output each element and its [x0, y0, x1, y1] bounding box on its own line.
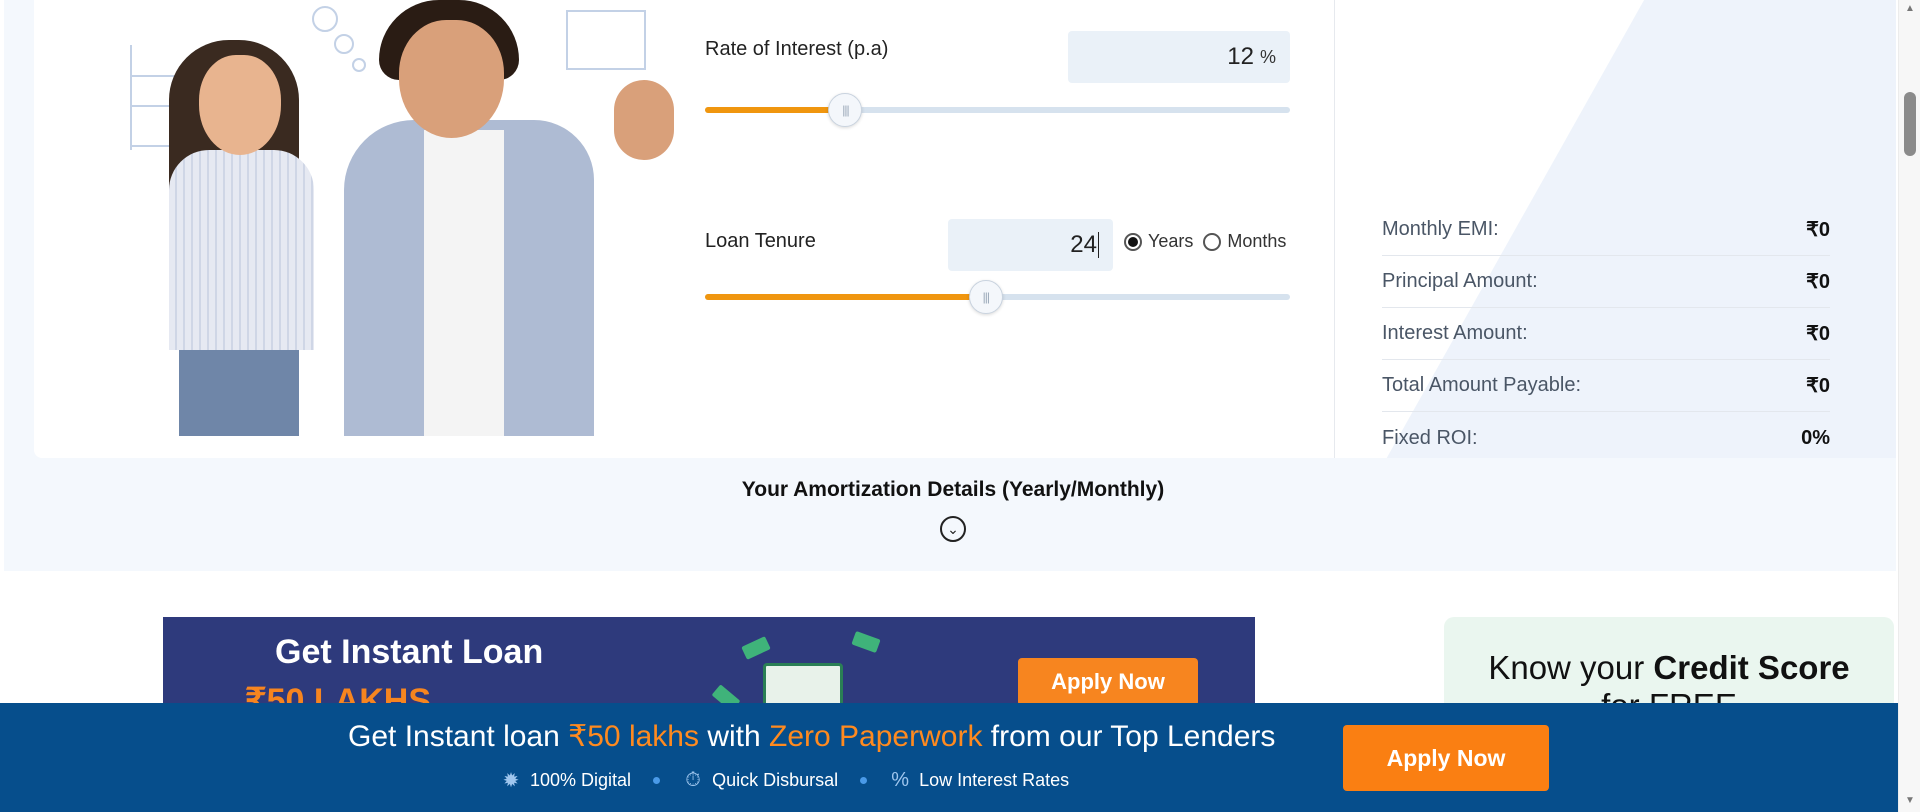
radio-years-label: Years	[1148, 231, 1194, 251]
result-total-payable: Total Amount Payable: ₹0	[1382, 360, 1830, 412]
radio-years-circle	[1124, 232, 1142, 251]
promo-title: Get Instant Loan	[275, 633, 544, 671]
feature-item: % Low Interest Rates	[889, 769, 1069, 791]
interest-input[interactable]: 12 %	[1068, 31, 1290, 83]
page: Rate of Interest (p.a) 12 % ||| Loan Ten…	[0, 0, 1898, 812]
tenure-value: 24	[1070, 231, 1097, 258]
feature-label: Low Interest Rates	[919, 769, 1070, 790]
result-label: Interest Amount:	[1382, 322, 1528, 344]
bullet-separator	[653, 776, 661, 784]
result-label: Fixed ROI:	[1382, 426, 1478, 449]
result-value: ₹0	[1806, 323, 1830, 345]
calculator-card: Rate of Interest (p.a) 12 % ||| Loan Ten…	[34, 0, 1334, 458]
bullet-separator	[860, 776, 868, 784]
amortization-title[interactable]: Your Amortization Details (Yearly/Monthl…	[4, 478, 1898, 502]
sticky-loan-bar: Get Instant loan ₹50 lakhs with Zero Pap…	[0, 703, 1898, 812]
result-label: Principal Amount:	[1382, 270, 1538, 292]
result-label: Total Amount Payable:	[1382, 374, 1582, 396]
radio-months-circle	[1203, 232, 1222, 251]
emi-calculator-section: Rate of Interest (p.a) 12 % ||| Loan Ten…	[4, 0, 1896, 571]
scroll-thumb[interactable]	[1904, 92, 1916, 156]
quick-disbursal-icon: ⏱	[685, 768, 701, 791]
sticky-text: Get Instant loan	[348, 720, 560, 753]
tenure-slider-handle[interactable]: |||	[968, 280, 1003, 314]
credit-score-banner[interactable]: Know your Credit Score for FREE	[1444, 617, 1894, 724]
result-value: 0%	[1801, 426, 1830, 449]
radio-months-label: Months	[1227, 231, 1287, 251]
result-value: ₹0	[1806, 271, 1830, 293]
feature-list: ✹ 100% Digital ⏱ Quick Disbursal % Low I…	[500, 769, 1070, 792]
credit-text-bold: Credit Score	[1653, 649, 1850, 686]
result-principal-amount: Principal Amount: ₹0	[1382, 256, 1830, 308]
result-interest-amount: Interest Amount: ₹0	[1382, 308, 1830, 360]
tenure-slider[interactable]: |||	[705, 280, 1290, 314]
tenure-slider-fill	[705, 294, 986, 300]
result-value: ₹0	[1806, 375, 1830, 397]
sticky-headline: Get Instant loan ₹50 lakhs with Zero Pap…	[348, 719, 1275, 754]
interest-label: Rate of Interest (p.a)	[705, 38, 889, 60]
digital-icon: ✹	[502, 769, 520, 792]
sticky-highlight-paperwork: Zero Paperwork	[769, 720, 983, 753]
results-list: Monthly EMI: ₹0 Principal Amount: ₹0 Int…	[1382, 204, 1830, 464]
interest-unit: %	[1259, 46, 1276, 67]
credit-text-prefix: Know your	[1488, 649, 1645, 686]
couple-illustration	[124, 0, 699, 436]
feature-label: Quick Disbursal	[712, 769, 839, 790]
scroll-up-arrow-icon[interactable]: ▲	[1904, 4, 1916, 14]
radio-years[interactable]: Years	[1124, 231, 1193, 252]
sticky-highlight-amount: ₹50 lakhs	[568, 720, 699, 753]
vertical-scrollbar[interactable]: ▲ ▼	[1898, 0, 1920, 812]
sticky-text: with	[707, 720, 761, 753]
sticky-apply-now-button[interactable]: Apply Now	[1343, 725, 1549, 791]
bubble-decoration	[352, 58, 366, 72]
chevron-down-icon[interactable]: ⌄	[940, 516, 966, 542]
interest-slider-handle[interactable]: |||	[828, 93, 863, 127]
feature-item: ⏱ Quick Disbursal	[682, 769, 838, 791]
text-cursor	[1098, 232, 1099, 258]
interest-slider[interactable]: |||	[705, 93, 1290, 127]
feature-item: ✹ 100% Digital	[500, 769, 632, 792]
result-fixed-roi: Fixed ROI: 0%	[1382, 412, 1830, 464]
result-label: Monthly EMI:	[1382, 218, 1499, 240]
percent-icon: %	[891, 768, 909, 791]
bubble-decoration	[334, 34, 354, 54]
picture-frame-decoration	[566, 10, 646, 70]
interest-value: 12	[1227, 43, 1254, 70]
result-value: ₹0	[1806, 219, 1830, 241]
tenure-unit-toggle: Years Months	[1124, 231, 1286, 252]
result-monthly-emi: Monthly EMI: ₹0	[1382, 204, 1830, 256]
tenure-label: Loan Tenure	[705, 230, 816, 252]
interest-slider-fill	[705, 107, 846, 113]
scroll-down-arrow-icon[interactable]: ▼	[1904, 796, 1916, 806]
promo-apply-now-button[interactable]: Apply Now	[1018, 658, 1198, 706]
instant-loan-banner[interactable]: Get Instant Loan ₹50 LAKHS Apply Now	[163, 617, 1255, 717]
radio-months[interactable]: Months	[1203, 231, 1286, 252]
bubble-decoration	[312, 6, 338, 32]
tenure-input[interactable]: 24	[948, 219, 1113, 271]
feature-label: 100% Digital	[530, 769, 632, 790]
sticky-text: from our Top Lenders	[990, 720, 1276, 753]
